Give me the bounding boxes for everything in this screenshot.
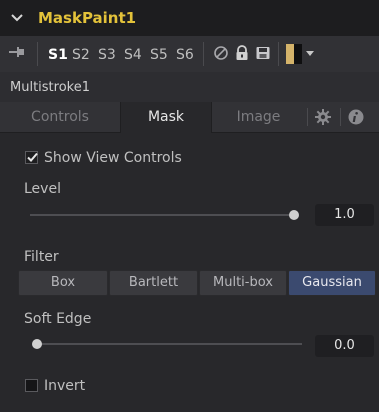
- settings-gear-icon[interactable]: [314, 108, 332, 126]
- checkmark-icon: [27, 152, 38, 162]
- soft-edge-label: Soft Edge: [24, 311, 92, 327]
- info-icon[interactable]: [348, 109, 364, 125]
- filter-bartlett-button[interactable]: Bartlett: [109, 270, 198, 296]
- show-view-controls-checkbox[interactable]: [25, 151, 38, 164]
- show-view-controls-label: Show View Controls: [44, 150, 182, 166]
- disable-icon[interactable]: [212, 44, 230, 62]
- filter-gaussian-button[interactable]: Gaussian: [288, 270, 376, 296]
- level-value-field[interactable]: 1.0: [315, 204, 374, 226]
- filter-box-button[interactable]: Box: [18, 270, 108, 296]
- invert-label: Invert: [44, 378, 86, 394]
- filter-multibox-button[interactable]: Multi-box: [199, 270, 287, 296]
- tab-controls[interactable]: Controls: [0, 102, 120, 132]
- level-slider-handle[interactable]: [289, 210, 299, 220]
- separator: [307, 108, 308, 126]
- tool-title: MaskPaint1: [38, 9, 137, 27]
- save-icon[interactable]: [254, 44, 272, 62]
- node-name: Multistroke1: [10, 80, 90, 95]
- version-s4[interactable]: S4: [124, 46, 142, 64]
- version-s6[interactable]: S6: [176, 46, 194, 64]
- version-s1[interactable]: S1: [48, 46, 68, 64]
- collapse-chevron-icon[interactable]: [10, 11, 24, 25]
- version-s3[interactable]: S3: [98, 46, 116, 64]
- color-swatch-icon[interactable]: [286, 44, 302, 64]
- invert-checkbox[interactable]: [25, 379, 38, 392]
- soft-edge-slider-track[interactable]: [34, 343, 302, 345]
- tab-image[interactable]: Image: [211, 102, 306, 132]
- separator: [340, 108, 341, 126]
- dropdown-arrow-icon[interactable]: [306, 51, 314, 57]
- soft-edge-slider-handle[interactable]: [32, 339, 42, 349]
- level-slider-track[interactable]: [30, 214, 298, 216]
- separator: [278, 42, 279, 66]
- tab-mask[interactable]: Mask: [120, 102, 212, 133]
- separator: [37, 42, 38, 66]
- lock-icon[interactable]: [233, 44, 251, 62]
- version-s5[interactable]: S5: [150, 46, 168, 64]
- filter-label: Filter: [24, 249, 59, 265]
- level-label: Level: [24, 181, 61, 197]
- version-s2[interactable]: S2: [72, 46, 90, 64]
- separator: [203, 42, 204, 66]
- soft-edge-value-field[interactable]: 0.0: [315, 335, 374, 357]
- pin-icon[interactable]: [8, 45, 26, 59]
